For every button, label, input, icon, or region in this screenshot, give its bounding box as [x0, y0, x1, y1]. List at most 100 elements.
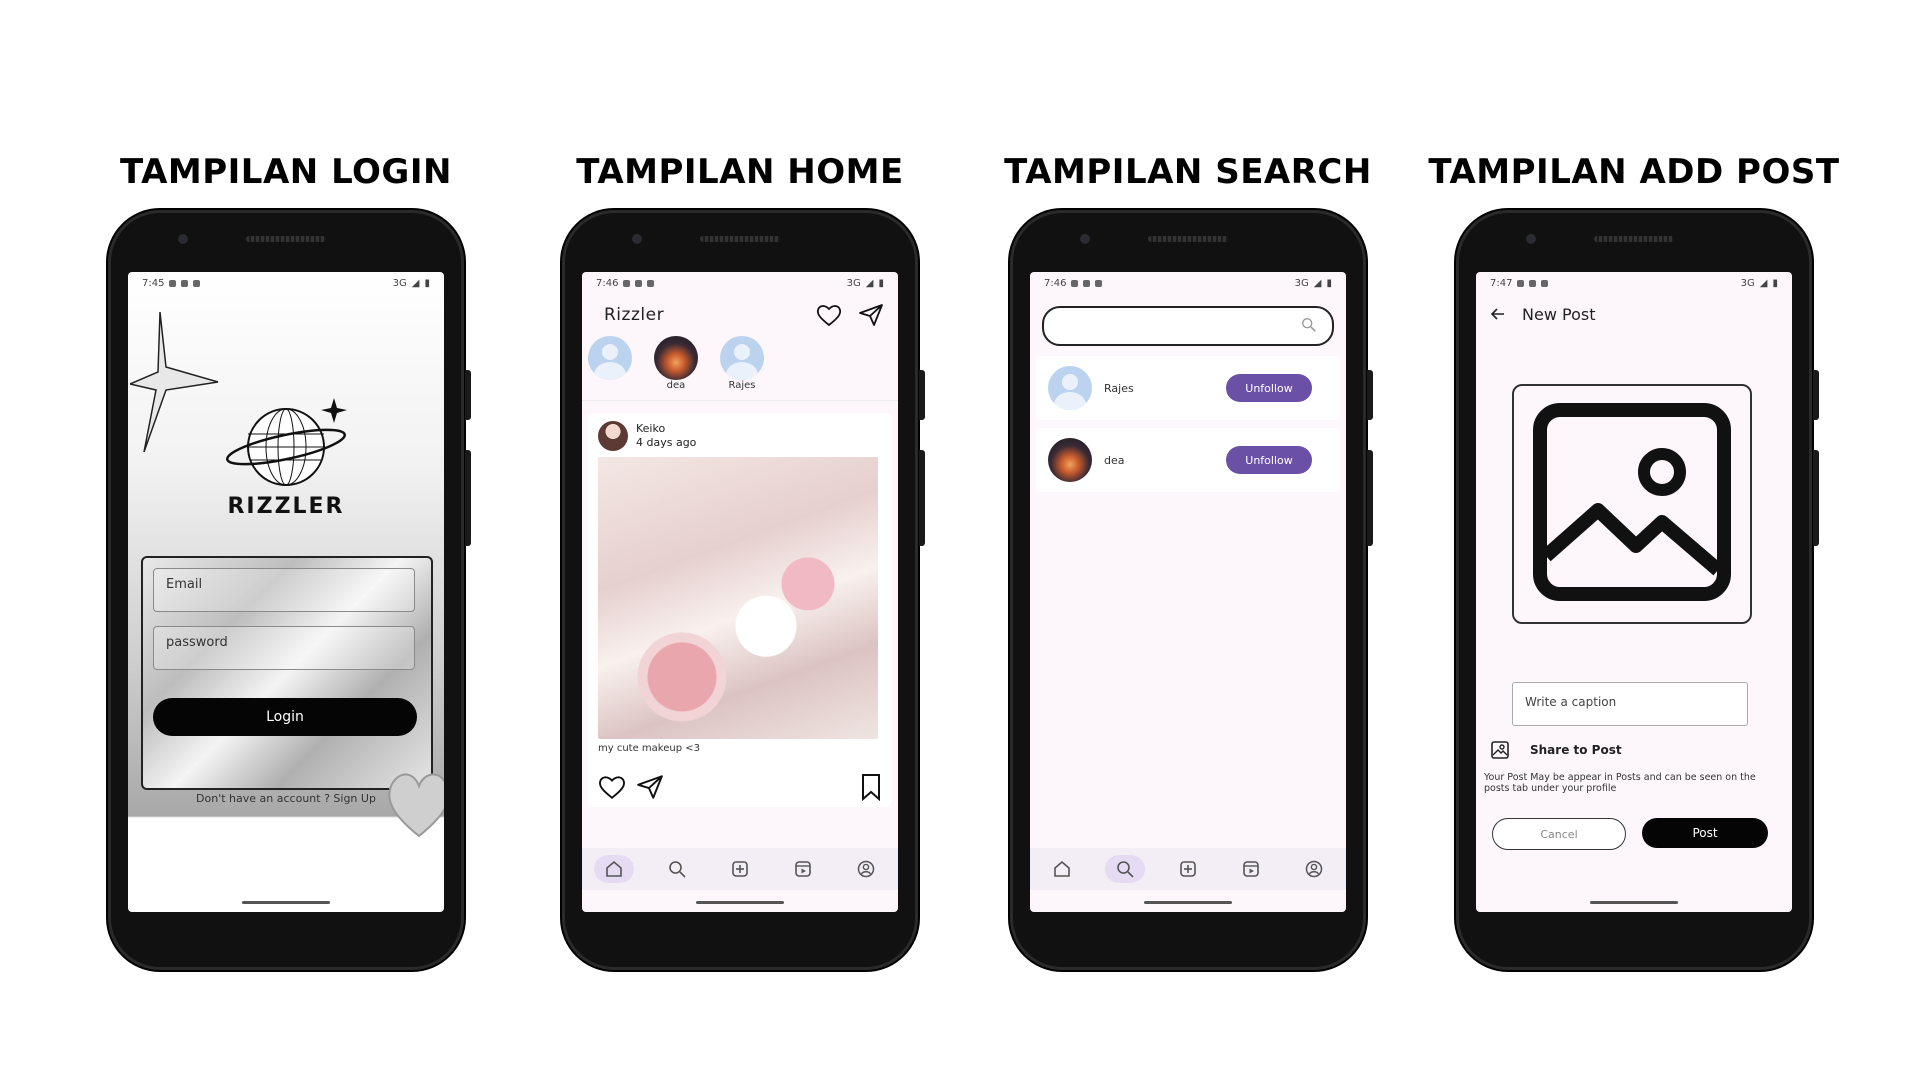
status-bar: 7:46 3G ◢ ▮	[582, 272, 898, 294]
status-bar: 7:46 3G ◢ ▮	[1030, 272, 1346, 294]
unfollow-button[interactable]: Unfollow	[1226, 446, 1312, 474]
battery-icon: ▮	[878, 277, 884, 289]
status-icon	[193, 279, 201, 287]
login-phone: 7:45 3G ◢ ▮ RIZZLER Email password Login	[108, 210, 471, 970]
caption-input[interactable]: Write a caption	[1512, 682, 1748, 726]
nav-profile-icon[interactable]	[1294, 855, 1334, 883]
search-column: TAMPILAN SEARCH 7:46 3G ◢ ▮ Rajes Unfollow…	[968, 150, 1408, 970]
search-result-row[interactable]: Rajes Unfollow	[1036, 356, 1340, 420]
signal-icon: ◢	[1759, 277, 1768, 289]
camera	[1080, 234, 1090, 244]
addpost-heading: TAMPILAN ADD POST	[1428, 152, 1840, 192]
power-button	[1813, 370, 1819, 420]
heart-icon[interactable]	[816, 303, 842, 327]
battery-icon: ▮	[1326, 277, 1332, 289]
login-screen: 7:45 3G ◢ ▮ RIZZLER Email password Login	[128, 272, 444, 912]
post-button[interactable]: Post	[1642, 818, 1768, 848]
cancel-button[interactable]: Cancel	[1492, 818, 1626, 850]
camera	[178, 234, 188, 244]
nav-home-icon[interactable]	[1042, 855, 1082, 883]
post-author-name[interactable]: Keiko	[636, 422, 696, 436]
signup-link[interactable]: Don't have an account ? Sign Up	[128, 792, 444, 805]
image-placeholder-icon	[1533, 403, 1731, 601]
result-username: dea	[1104, 453, 1125, 467]
status-time: 7:46	[1044, 277, 1067, 289]
send-icon[interactable]	[858, 303, 884, 327]
result-username: Rajes	[1104, 381, 1134, 395]
home-indicator	[1590, 901, 1678, 904]
status-bar: 7:45 3G ◢ ▮	[128, 272, 444, 294]
camera	[632, 234, 642, 244]
home-screen: 7:46 3G ◢ ▮ Rizzler dea Rajes Keiko 4 da…	[582, 272, 898, 912]
addpost-screen: 7:47 3G ◢ ▮ New Post Write a caption Share…	[1476, 272, 1792, 912]
post-image[interactable]	[598, 457, 878, 739]
signal-icon: ◢	[865, 277, 874, 289]
nav-add-icon[interactable]	[1168, 855, 1208, 883]
speaker	[246, 236, 326, 242]
post-timestamp: 4 days ago	[636, 436, 697, 449]
network-label: 3G	[846, 277, 861, 289]
share-label: Share to Post	[1530, 743, 1622, 757]
search-heading: TAMPILAN SEARCH	[1004, 152, 1372, 192]
addpost-header: New Post	[1476, 294, 1792, 334]
status-icon	[1083, 279, 1091, 287]
login-button[interactable]: Login	[153, 698, 417, 736]
avatar	[588, 336, 632, 380]
back-arrow-icon[interactable]	[1490, 306, 1506, 322]
volume-button	[1367, 450, 1373, 546]
page-title: New Post	[1522, 304, 1596, 324]
home-column: TAMPILAN HOME 7:46 3G ◢ ▮ Rizzler dea Ra…	[520, 150, 960, 970]
unfollow-button[interactable]: Unfollow	[1226, 374, 1312, 402]
share-to-post-row[interactable]: Share to Post	[1490, 740, 1622, 760]
nav-reels-icon[interactable]	[1231, 855, 1271, 883]
status-icon	[1541, 279, 1549, 287]
post-author-avatar[interactable]	[598, 421, 628, 451]
status-time: 7:45	[142, 277, 165, 289]
avatar	[720, 336, 764, 380]
bookmark-icon[interactable]	[860, 773, 882, 801]
network-label: 3G	[1740, 277, 1755, 289]
home-indicator	[696, 901, 784, 904]
home-heading: TAMPILAN HOME	[576, 152, 904, 192]
avatar	[654, 336, 698, 380]
status-icon	[635, 279, 643, 287]
signal-icon: ◢	[1313, 277, 1322, 289]
network-label: 3G	[392, 277, 407, 289]
like-icon[interactable]	[598, 774, 626, 800]
home-topbar: Rizzler	[582, 294, 898, 336]
nav-add-icon[interactable]	[720, 855, 760, 883]
search-input[interactable]	[1042, 306, 1334, 346]
nav-reels-icon[interactable]	[783, 855, 823, 883]
story-name: dea	[666, 380, 686, 391]
story-item[interactable]: Rajes	[718, 336, 766, 391]
search-phone: 7:46 3G ◢ ▮ Rajes Unfollow dea Unfollow	[1010, 210, 1373, 970]
nav-home-icon[interactable]	[593, 855, 634, 883]
search-screen: 7:46 3G ◢ ▮ Rajes Unfollow dea Unfollow	[1030, 272, 1346, 912]
bottom-nav	[1030, 848, 1346, 890]
app-title: Rizzler	[604, 305, 665, 325]
battery-icon: ▮	[1772, 277, 1778, 289]
nav-profile-icon[interactable]	[846, 855, 886, 883]
nav-search-icon[interactable]	[1104, 855, 1145, 883]
image-picker[interactable]	[1512, 384, 1752, 624]
email-field[interactable]: Email	[153, 568, 415, 612]
power-button	[919, 370, 925, 420]
story-item[interactable]: dea	[652, 336, 700, 391]
nav-search-icon[interactable]	[657, 855, 697, 883]
story-name: Rajes	[728, 380, 756, 391]
password-field[interactable]: password	[153, 626, 415, 670]
home-indicator	[1144, 901, 1232, 904]
status-time: 7:47	[1490, 277, 1513, 289]
search-icon[interactable]	[1300, 316, 1318, 334]
story-item[interactable]	[586, 336, 634, 380]
login-form: Email password Login	[141, 556, 433, 790]
search-result-row[interactable]: dea Unfollow	[1036, 428, 1340, 492]
speaker	[700, 236, 780, 242]
addpost-phone: 7:47 3G ◢ ▮ New Post Write a caption Share…	[1456, 210, 1819, 970]
camera	[1526, 234, 1536, 244]
network-label: 3G	[1294, 277, 1309, 289]
status-icon	[1529, 279, 1537, 287]
post-caption: my cute makeup <3	[598, 743, 700, 754]
share-icon[interactable]	[636, 774, 664, 800]
power-button	[465, 370, 471, 420]
